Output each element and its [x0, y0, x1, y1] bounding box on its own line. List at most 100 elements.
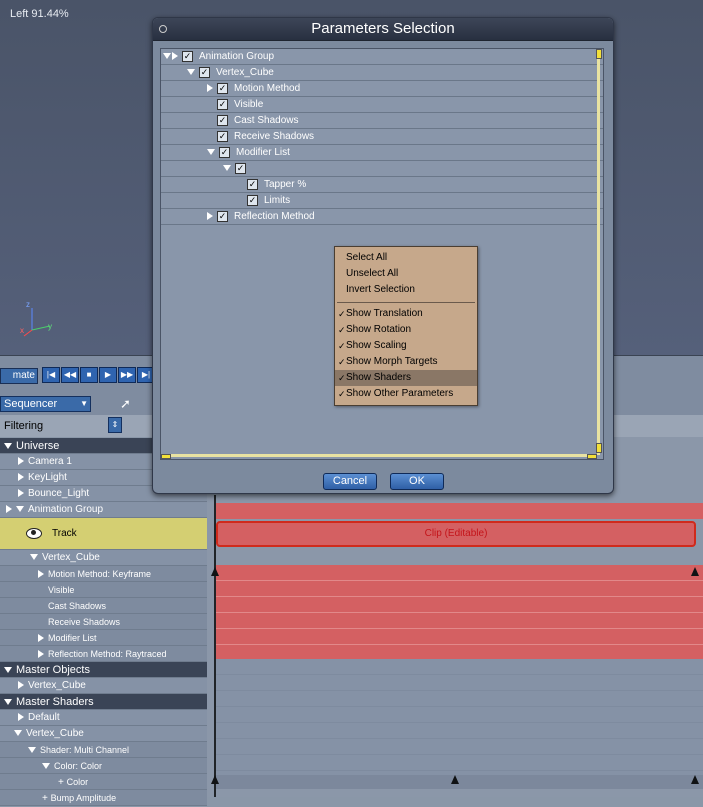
collapse-icon[interactable] — [38, 570, 44, 579]
collapse-icon[interactable] — [38, 650, 44, 659]
param-modifier-list[interactable]: ✓ Modifier List — [161, 145, 603, 161]
tree-row-bump[interactable]: + Bump Amplitude — [0, 790, 207, 806]
expand-icon[interactable] — [4, 667, 12, 674]
expand-icon[interactable] — [223, 165, 231, 172]
param-tapper[interactable]: ✓ Tapper % — [161, 177, 603, 193]
menu-select-all[interactable]: Select All — [335, 250, 477, 266]
param-vertex-cube[interactable]: ✓ Vertex_Cube — [161, 65, 603, 81]
tree-row-color[interactable]: + Color — [0, 774, 207, 790]
animate-button[interactable]: mate — [0, 368, 38, 384]
cancel-button[interactable]: Cancel — [323, 473, 377, 490]
pointer-tool-icon[interactable]: ➚ — [120, 396, 131, 412]
editable-clip[interactable]: Clip (Editable) — [216, 521, 696, 547]
collapse-icon[interactable] — [18, 473, 24, 482]
scroll-cap-icon[interactable] — [161, 454, 171, 459]
horizontal-scrollbar[interactable] — [163, 454, 595, 457]
menu-show-morph-targets[interactable]: ✓ Show Morph Targets — [335, 354, 477, 370]
param-visible[interactable]: ✓ Visible — [161, 97, 603, 113]
keyframe-marker[interactable] — [451, 775, 459, 784]
tree-row-reflection-method[interactable]: Reflection Method: Raytraced — [0, 646, 207, 662]
collapse-icon[interactable] — [207, 84, 213, 93]
menu-show-shaders[interactable]: ✓ Show Shaders — [335, 370, 477, 386]
collapse-icon[interactable] — [18, 457, 24, 466]
step-forward-button[interactable]: ▶▶ — [118, 367, 136, 383]
menu-show-translation[interactable]: ✓ Show Translation — [335, 306, 477, 322]
collapse-icon[interactable] — [38, 634, 44, 643]
expand-icon[interactable] — [4, 699, 12, 706]
checkbox-checked-icon[interactable]: ✓ — [199, 66, 210, 78]
expand-icon[interactable] — [28, 747, 36, 754]
keyframe-marker[interactable] — [691, 567, 699, 576]
checkbox-checked-icon[interactable]: ✓ — [217, 210, 228, 222]
vertical-scrollbar[interactable] — [597, 51, 600, 455]
tree-row-shader-vertex-cube[interactable]: Vertex_Cube — [0, 726, 207, 742]
param-motion-method[interactable]: ✓ Motion Method — [161, 81, 603, 97]
expand-icon[interactable] — [42, 763, 50, 770]
tree-row-modifier-list[interactable]: Modifier List — [0, 630, 207, 646]
keyframe-marker[interactable] — [691, 775, 699, 784]
stop-button[interactable]: ■ — [80, 367, 98, 383]
expand-icon[interactable] — [16, 506, 24, 513]
scroll-cap-icon[interactable] — [596, 49, 602, 59]
param-animation-group[interactable]: ✓ Animation Group — [161, 49, 603, 65]
filtering-toggle-button[interactable]: ⇕ — [108, 417, 122, 433]
play-button[interactable]: ▶ — [99, 367, 117, 383]
scroll-cap-icon[interactable] — [587, 454, 597, 459]
param-receive-shadows[interactable]: ✓ Receive Shadows — [161, 129, 603, 145]
checkbox-checked-icon[interactable]: ✓ — [219, 146, 230, 158]
collapse-icon[interactable] — [207, 212, 213, 221]
step-back-button[interactable]: ◀◀ — [61, 367, 79, 383]
checkbox-checked-icon[interactable]: ✓ — [235, 162, 246, 174]
keyframe-marker[interactable] — [211, 775, 219, 784]
param-limits[interactable]: ✓ Limits — [161, 193, 603, 209]
tree-row-master-objects[interactable]: Master Objects — [0, 662, 207, 678]
expand-icon[interactable] — [4, 443, 12, 450]
tree-row-receive-shadows[interactable]: Receive Shadows — [0, 614, 207, 630]
rewind-start-button[interactable]: |◀ — [42, 367, 60, 383]
collapse-icon[interactable] — [18, 681, 24, 690]
filtering-label: Filtering — [4, 420, 44, 432]
tree-row-cast-shadows[interactable]: Cast Shadows — [0, 598, 207, 614]
checkbox-checked-icon[interactable]: ✓ — [247, 178, 258, 190]
expand-icon[interactable] — [187, 69, 195, 76]
tree-row-shader-multi[interactable]: Shader: Multi Channel — [0, 742, 207, 758]
tree-row-master-vertex-cube[interactable]: Vertex_Cube — [0, 678, 207, 694]
expand-icon[interactable] — [163, 53, 171, 60]
collapse-icon[interactable] — [172, 52, 178, 61]
collapse-icon[interactable] — [18, 489, 24, 498]
menu-invert-selection[interactable]: Invert Selection — [335, 282, 477, 298]
collapse-icon[interactable] — [6, 505, 12, 514]
param-cast-shadows[interactable]: ✓ Cast Shadows — [161, 113, 603, 129]
sequencer-select-value: Sequencer — [4, 398, 58, 410]
sequencer-select[interactable]: Sequencer ▼ — [0, 396, 91, 412]
tree-row-animation-group[interactable]: Animation Group — [0, 502, 207, 518]
menu-show-rotation[interactable]: ✓ Show Rotation — [335, 322, 477, 338]
expand-icon[interactable] — [207, 149, 215, 156]
menu-show-other-parameters[interactable]: ✓ Show Other Parameters — [335, 386, 477, 402]
menu-unselect-all[interactable]: Unselect All — [335, 266, 477, 282]
eye-icon[interactable] — [26, 527, 42, 539]
checkbox-checked-icon[interactable]: ✓ — [217, 98, 228, 110]
checkbox-checked-icon[interactable]: ✓ — [217, 82, 228, 94]
tree-row-vertex-cube[interactable]: Vertex_Cube — [0, 550, 207, 566]
ok-button[interactable]: OK — [390, 473, 444, 490]
tree-row-track[interactable]: Track — [0, 518, 207, 550]
checkbox-checked-icon[interactable]: ✓ — [247, 194, 258, 206]
tree-row-visible[interactable]: Visible — [0, 582, 207, 598]
expand-icon[interactable] — [30, 554, 38, 561]
tree-row-color-color[interactable]: Color: Color — [0, 758, 207, 774]
tree-row-master-shaders[interactable]: Master Shaders — [0, 694, 207, 710]
tree-row-motion-method[interactable]: Motion Method: Keyframe — [0, 566, 207, 582]
collapse-icon[interactable] — [18, 713, 24, 722]
close-icon[interactable] — [159, 25, 167, 33]
menu-show-scaling[interactable]: ✓ Show Scaling — [335, 338, 477, 354]
param-modifier-item[interactable]: ✓ — [161, 161, 603, 177]
scroll-cap-icon[interactable] — [596, 443, 602, 453]
checkbox-checked-icon[interactable]: ✓ — [182, 50, 193, 62]
param-reflection-method[interactable]: ✓ Reflection Method — [161, 209, 603, 225]
expand-icon[interactable] — [14, 730, 22, 737]
checkbox-checked-icon[interactable]: ✓ — [217, 114, 228, 126]
checkbox-checked-icon[interactable]: ✓ — [217, 130, 228, 142]
tree-row-default-shader[interactable]: Default — [0, 710, 207, 726]
keyframe-marker[interactable] — [211, 567, 219, 576]
